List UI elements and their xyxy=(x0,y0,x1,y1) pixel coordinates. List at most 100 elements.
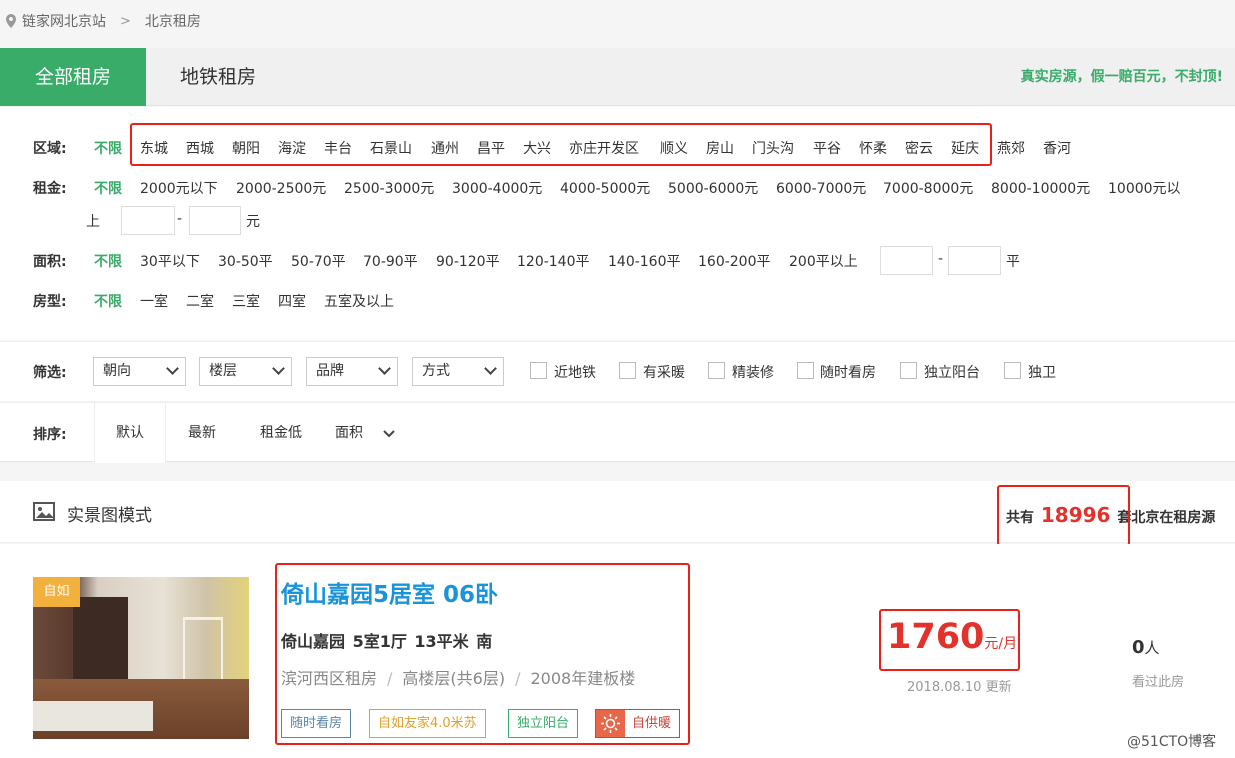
size-option[interactable]: 70-90平 xyxy=(363,251,418,271)
size-option[interactable]: 30-50平 xyxy=(218,251,273,271)
area-option[interactable]: 西城 xyxy=(186,138,214,158)
rent-dash: - xyxy=(177,211,183,227)
rent-option[interactable]: 5000-6000元 xyxy=(668,178,758,198)
rent-option[interactable]: 7000-8000元 xyxy=(883,178,973,198)
size-min-input[interactable] xyxy=(880,246,933,275)
area-option[interactable]: 东城 xyxy=(140,138,168,158)
size-max-input[interactable] xyxy=(948,246,1001,275)
area-option[interactable]: 香河 xyxy=(1043,138,1071,158)
area-option[interactable]: 密云 xyxy=(905,138,933,158)
area-option[interactable]: 燕郊 xyxy=(997,138,1025,158)
area-option[interactable]: 顺义 xyxy=(660,138,688,158)
size-option[interactable]: 140-160平 xyxy=(608,251,681,271)
area-option[interactable]: 石景山 xyxy=(370,138,412,158)
floor-select-value: 楼层 xyxy=(209,363,237,379)
rent-max-input[interactable] xyxy=(189,206,241,235)
list-header: 实景图模式 共有 18996 套北京在租房源 xyxy=(0,481,1235,543)
meta-region[interactable]: 滨河西区租房 xyxy=(281,669,377,688)
rent-option[interactable]: 3000-4000元 xyxy=(452,178,542,198)
method-select[interactable]: 方式 xyxy=(412,357,504,386)
layout-option[interactable]: 三室 xyxy=(232,291,260,311)
rent-option[interactable]: 6000-7000元 xyxy=(776,178,866,198)
area-option[interactable]: 丰台 xyxy=(324,138,352,158)
size-option[interactable]: 90-120平 xyxy=(436,251,500,271)
listing-title[interactable]: 倚山嘉园5居室 06卧 xyxy=(281,575,498,609)
meta-year: 2008年建板楼 xyxy=(530,669,636,688)
brand-tag: 自如 xyxy=(33,577,80,607)
size-option[interactable]: 120-140平 xyxy=(517,251,590,271)
area-option[interactable]: 门头沟 xyxy=(752,138,794,158)
size-option[interactable]: 50-70平 xyxy=(291,251,346,271)
area-option[interactable]: 房山 xyxy=(706,138,734,158)
area-any[interactable]: 不限 xyxy=(94,138,122,158)
location-pin-icon xyxy=(6,14,16,28)
subway-checkbox[interactable] xyxy=(530,362,547,379)
balcony-checkbox-label[interactable]: 独立阳台 xyxy=(924,362,980,382)
area-option[interactable]: 昌平 xyxy=(477,138,505,158)
total-prefix: 共有 xyxy=(1006,510,1034,526)
sort-default[interactable]: 默认 xyxy=(94,403,166,463)
screen-label: 筛选: xyxy=(33,365,67,381)
sort-label: 排序: xyxy=(33,427,67,443)
price-unit: 元/月 xyxy=(984,636,1018,652)
area-option[interactable]: 平谷 xyxy=(813,138,841,158)
price-value: 1760 xyxy=(887,617,985,657)
rent-option[interactable]: 10000元以 xyxy=(1108,178,1181,198)
breadcrumb-current[interactable]: 北京租房 xyxy=(145,11,201,31)
area-option[interactable]: 怀柔 xyxy=(859,138,887,158)
rent-option[interactable]: 2000-2500元 xyxy=(236,178,326,198)
size-option[interactable]: 30平以下 xyxy=(140,251,200,271)
chevron-down-icon xyxy=(378,362,391,375)
orientation-select[interactable]: 朝向 xyxy=(93,357,186,386)
layout-any[interactable]: 不限 xyxy=(94,291,122,311)
sort-rent-low[interactable]: 租金低 xyxy=(238,403,324,463)
brand-select-value: 品牌 xyxy=(316,363,344,379)
screen-bar: 筛选: 朝向 楼层 品牌 方式 近地铁 有采暖 精装修 随时看房 独立阳台 独卫 xyxy=(0,341,1235,401)
decorated-checkbox[interactable] xyxy=(708,362,725,379)
watermark: @51CTO博客 xyxy=(1127,734,1217,750)
anytime-view-checkbox[interactable] xyxy=(797,362,814,379)
area-option[interactable]: 通州 xyxy=(431,138,459,158)
area-option[interactable]: 亦庄开发区 xyxy=(569,138,639,158)
rent-option[interactable]: 2500-3000元 xyxy=(344,178,434,198)
layout-option[interactable]: 五室及以上 xyxy=(324,291,394,311)
rent-option[interactable]: 4000-5000元 xyxy=(560,178,650,198)
private-bath-checkbox[interactable] xyxy=(1004,362,1021,379)
brand-select[interactable]: 品牌 xyxy=(306,357,398,386)
rent-min-input[interactable] xyxy=(121,206,175,235)
area-option[interactable]: 朝阳 xyxy=(232,138,260,158)
size-option[interactable]: 200平以上 xyxy=(789,251,858,271)
layout-option[interactable]: 一室 xyxy=(140,291,168,311)
heating-checkbox-label[interactable]: 有采暖 xyxy=(643,362,685,382)
size-option[interactable]: 160-200平 xyxy=(698,251,771,271)
image-mode-label[interactable]: 实景图模式 xyxy=(67,501,152,526)
area-option[interactable]: 大兴 xyxy=(523,138,551,158)
area-option[interactable]: 海淀 xyxy=(278,138,306,158)
anytime-view-checkbox-label[interactable]: 随时看房 xyxy=(820,362,876,382)
breadcrumb-home[interactable]: 链家网北京站 xyxy=(22,11,106,31)
rent-option-wrap[interactable]: 上 xyxy=(86,211,100,231)
size-unit: 平 xyxy=(1006,254,1020,270)
tab-all-rentals[interactable]: 全部租房 xyxy=(0,48,146,106)
subway-checkbox-label[interactable]: 近地铁 xyxy=(554,362,596,382)
area-option[interactable]: 延庆 xyxy=(951,138,979,158)
orientation-select-value: 朝向 xyxy=(103,363,131,379)
rent-option[interactable]: 2000元以下 xyxy=(140,178,218,198)
chevron-down-icon[interactable] xyxy=(382,429,396,439)
viewer-unit: 人 xyxy=(1144,639,1160,657)
rent-any[interactable]: 不限 xyxy=(94,178,122,198)
tab-subway-rentals[interactable]: 地铁租房 xyxy=(146,48,290,106)
heating-checkbox[interactable] xyxy=(619,362,636,379)
rent-option[interactable]: 8000-10000元 xyxy=(991,178,1090,198)
sort-area[interactable]: 面积 xyxy=(324,403,374,463)
sort-newest[interactable]: 最新 xyxy=(166,403,238,463)
floor-select[interactable]: 楼层 xyxy=(199,357,292,386)
layout-option[interactable]: 四室 xyxy=(278,291,306,311)
decorated-checkbox-label[interactable]: 精装修 xyxy=(732,362,774,382)
image-icon xyxy=(33,502,55,521)
listing-photo[interactable]: 自如 xyxy=(33,577,249,739)
size-any[interactable]: 不限 xyxy=(94,251,122,271)
private-bath-checkbox-label[interactable]: 独卫 xyxy=(1028,362,1056,382)
balcony-checkbox[interactable] xyxy=(900,362,917,379)
layout-option[interactable]: 二室 xyxy=(186,291,214,311)
